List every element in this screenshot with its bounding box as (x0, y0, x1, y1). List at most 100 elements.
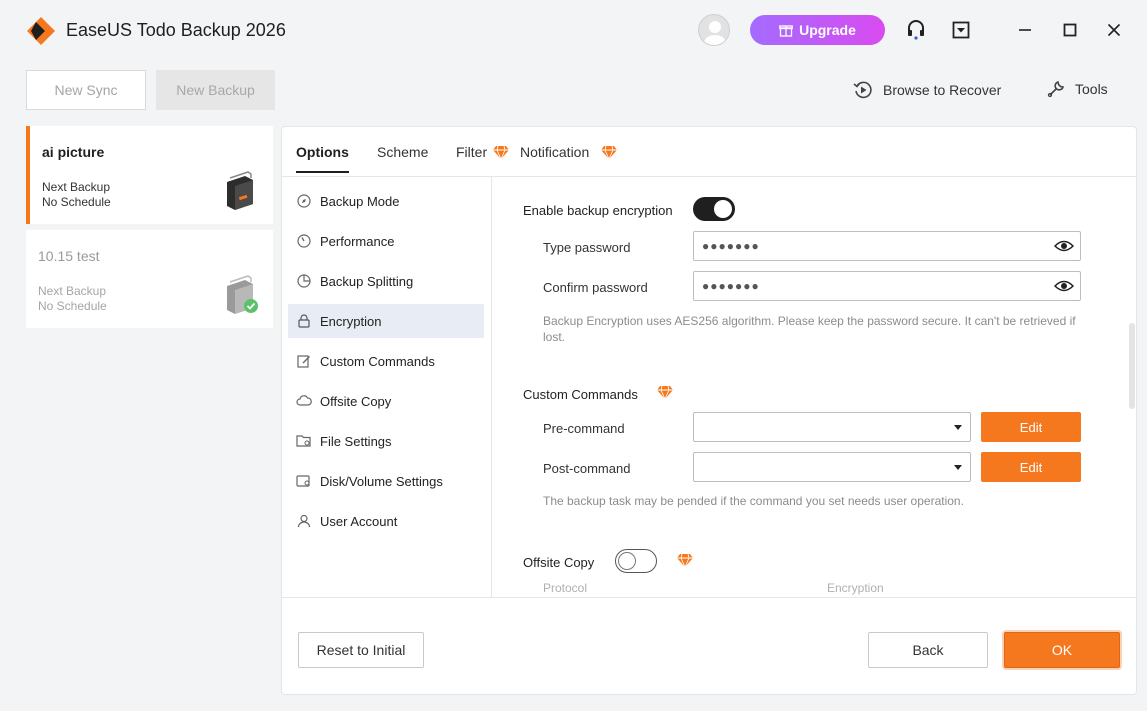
tab-options-label: Options (296, 144, 349, 160)
task-next-backup-label: Next Backup (38, 284, 107, 298)
user-avatar-icon (704, 21, 726, 45)
task-card-ai-picture[interactable]: ai picture Next Backup No Schedule (26, 126, 273, 224)
confirm-password-label: Confirm password (543, 280, 648, 295)
premium-diamond-icon (493, 145, 510, 159)
offsite-copy-title: Offsite Copy (523, 555, 595, 570)
upgrade-label: Upgrade (799, 22, 856, 38)
toggle-knob (618, 552, 636, 570)
tools-button[interactable]: Tools (1047, 80, 1108, 98)
premium-diamond-icon (677, 553, 693, 567)
nav-backup-mode[interactable]: Backup Mode (288, 184, 484, 218)
browse-to-recover-label: Browse to Recover (883, 82, 1002, 98)
edit-icon (296, 353, 312, 369)
nav-label: Encryption (320, 313, 382, 329)
pre-command-label: Pre-command (543, 421, 625, 436)
post-command-select[interactable] (693, 452, 971, 482)
task-next-backup-label: Next Backup (42, 180, 111, 194)
type-password-label: Type password (543, 240, 631, 255)
custom-commands-hint: The backup task may be pended if the com… (543, 494, 964, 508)
custom-commands-title: Custom Commands (523, 387, 638, 402)
footer-divider (282, 597, 1136, 598)
tools-label: Tools (1075, 81, 1108, 97)
enable-encryption-label: Enable backup encryption (523, 203, 673, 218)
content-scrollbar[interactable] (1129, 323, 1135, 409)
nav-custom-commands[interactable]: Custom Commands (288, 344, 484, 378)
offsite-copy-toggle[interactable] (615, 549, 657, 573)
reset-to-initial-button[interactable]: Reset to Initial (298, 632, 424, 668)
nav-encryption[interactable]: Encryption (288, 304, 484, 338)
toggle-knob (714, 200, 732, 218)
encryption-toggle[interactable] (693, 197, 735, 221)
task-name: ai picture (42, 144, 105, 160)
settings-panel: Options Scheme Filter Notification Backu… (281, 126, 1137, 695)
tab-options[interactable]: Options (296, 144, 349, 173)
options-content: Enable backup encryption Type password ●… (493, 177, 1135, 597)
app-title: EaseUS Todo Backup 2026 (66, 20, 286, 40)
cloud-icon (296, 393, 312, 409)
chevron-down-icon (954, 425, 962, 430)
menu-dropdown-icon[interactable] (949, 18, 973, 42)
ok-button[interactable]: OK (1004, 632, 1120, 668)
nav-label: Custom Commands (320, 353, 435, 369)
task-schedule-label: No Schedule (42, 195, 111, 209)
tab-notification-label: Notification (520, 144, 590, 160)
nav-label: Backup Mode (320, 193, 400, 209)
premium-diamond-icon (601, 145, 618, 159)
file-backup-icon (227, 171, 253, 210)
folder-gear-icon (296, 433, 312, 449)
tab-notification[interactable]: Notification (520, 144, 618, 160)
type-password-input[interactable]: ●●●●●●● (693, 231, 1081, 261)
easeus-logo-icon (27, 17, 55, 45)
upgrade-button[interactable]: Upgrade (750, 15, 885, 45)
task-name: 10.15 test (38, 248, 100, 264)
user-icon (296, 513, 312, 529)
options-sidebar: Backup Mode Performance Backup Splitting… (282, 177, 492, 597)
pre-command-edit-button[interactable]: Edit (981, 412, 1081, 442)
eye-icon[interactable] (1054, 278, 1074, 294)
nav-label: File Settings (320, 433, 392, 449)
encryption-hint: Backup Encryption uses AES256 algorithm.… (543, 314, 1076, 344)
gift-icon (779, 25, 793, 37)
maximize-icon[interactable] (1058, 18, 1082, 42)
compass-icon (296, 193, 312, 209)
nav-label: User Account (320, 513, 398, 529)
nav-label: Backup Splitting (320, 273, 414, 289)
nav-file-settings[interactable]: File Settings (288, 424, 484, 458)
tab-scheme[interactable]: Scheme (377, 144, 428, 160)
file-backup-success-icon (227, 275, 258, 314)
pie-chart-icon (296, 273, 312, 289)
post-command-edit-button[interactable]: Edit (981, 452, 1081, 482)
type-password-value: ●●●●●●● (702, 239, 760, 253)
task-schedule-label: No Schedule (38, 299, 107, 313)
lock-icon (296, 313, 312, 329)
nav-user-account[interactable]: User Account (288, 504, 484, 538)
close-icon[interactable] (1102, 18, 1126, 42)
eye-icon[interactable] (1054, 238, 1074, 254)
minimize-icon[interactable] (1013, 18, 1037, 42)
nav-performance[interactable]: Performance (288, 224, 484, 258)
offsite-protocol-column: Protocol (543, 581, 588, 595)
browse-to-recover-button[interactable]: Browse to Recover (853, 80, 1001, 100)
new-backup-button[interactable]: New Backup (156, 70, 275, 110)
task-card-10-15-test[interactable]: 10.15 test Next Backup No Schedule (26, 230, 273, 328)
nav-backup-splitting[interactable]: Backup Splitting (288, 264, 484, 298)
new-sync-button[interactable]: New Sync (26, 70, 146, 110)
title-bar: EaseUS Todo Backup 2026 Upgrade (0, 0, 1147, 60)
recover-icon (853, 81, 872, 99)
pre-command-select[interactable] (693, 412, 971, 442)
tab-bar: Options Scheme Filter Notification (282, 127, 1136, 177)
confirm-password-value: ●●●●●●● (702, 279, 760, 293)
support-headset-icon[interactable] (904, 18, 928, 42)
tab-scheme-label: Scheme (377, 144, 429, 160)
avatar[interactable] (698, 14, 730, 46)
nav-label: Offsite Copy (320, 393, 392, 409)
confirm-password-input[interactable]: ●●●●●●● (693, 271, 1081, 301)
tab-filter[interactable]: Filter (456, 144, 510, 160)
premium-diamond-icon (657, 385, 673, 399)
nav-disk-volume-settings[interactable]: Disk/Volume Settings (288, 464, 484, 498)
disk-gear-icon (296, 473, 312, 489)
nav-offsite-copy[interactable]: Offsite Copy (288, 384, 484, 418)
back-button[interactable]: Back (868, 632, 988, 668)
post-command-label: Post-command (543, 461, 631, 476)
gauge-icon (296, 233, 312, 249)
